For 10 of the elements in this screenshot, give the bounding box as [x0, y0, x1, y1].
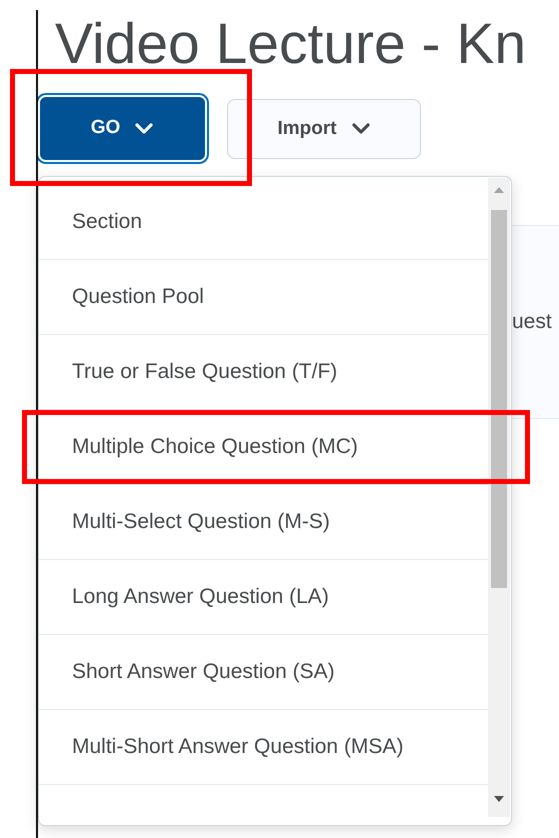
scroll-down-icon[interactable] — [493, 795, 505, 803]
import-button[interactable]: Import — [227, 99, 421, 159]
chevron-down-icon — [350, 122, 371, 136]
page-title: Video Lecture - Kn — [54, 11, 528, 73]
go-button[interactable]: GO — [38, 95, 207, 162]
scroll-up-icon[interactable] — [493, 186, 505, 194]
cell-text: uest — [511, 309, 552, 336]
scrollbar-thumb[interactable] — [491, 210, 507, 588]
chevron-down-icon — [134, 122, 154, 136]
scrollbar[interactable] — [488, 178, 510, 817]
